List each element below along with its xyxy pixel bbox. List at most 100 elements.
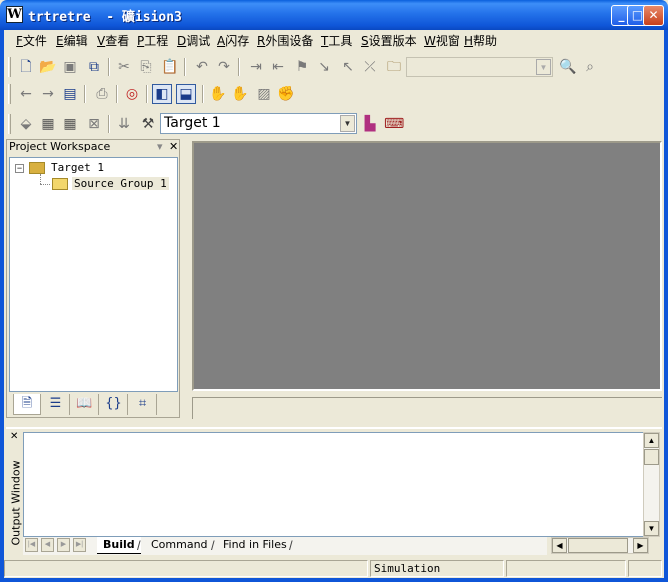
close-icon[interactable]: ✕ <box>169 140 178 154</box>
paste-icon[interactable]: 📋 <box>160 57 180 77</box>
breakpoint-icon[interactable]: ▨ <box>254 84 274 104</box>
bookmark-clear-icon[interactable]: ⤫ <box>360 57 380 77</box>
regs-tab-icon[interactable]: ☰ <box>42 394 70 415</box>
menu-label: 帮助 <box>473 34 498 48</box>
functions-tab-icon[interactable]: {} <box>100 394 128 415</box>
toolbar-grip[interactable] <box>8 114 11 134</box>
output-side-bar: ✕ Output Window <box>6 429 23 556</box>
open-folder-icon[interactable]: 📂 <box>38 57 58 77</box>
forward-icon[interactable]: → <box>38 84 58 104</box>
menu-file[interactable]: F文件 <box>16 32 47 49</box>
first-tab-icon[interactable]: |◀ <box>25 538 38 552</box>
bookmark-toggle-icon[interactable]: ⚑ <box>292 57 312 77</box>
editor-area[interactable] <box>192 141 662 391</box>
status-position <box>506 560 626 577</box>
bookmark-prev-icon[interactable]: ↖ <box>338 57 358 77</box>
indent-icon[interactable]: ⇥ <box>246 57 266 77</box>
workspace-header[interactable]: Project Workspace ▾ ✕ <box>7 140 179 155</box>
menu-svcs[interactable]: S设置版本 <box>361 32 417 49</box>
manage-components-icon[interactable]: ▙ <box>360 114 380 134</box>
hand-grab-icon[interactable]: ✊ <box>276 84 296 104</box>
tab-find-in-files[interactable]: Find in Files <box>217 537 293 554</box>
scroll-down-icon[interactable]: ▼ <box>644 521 659 536</box>
incremental-find-icon[interactable]: ⌕ <box>580 57 600 77</box>
rebuild-icon[interactable]: ▦ <box>60 114 80 134</box>
cut-icon[interactable]: ✂ <box>114 57 134 77</box>
hand-stop-icon[interactable]: ✋ <box>230 84 250 104</box>
stop-build-icon[interactable]: ⊠ <box>84 114 104 134</box>
menu-edit[interactable]: E编辑 <box>56 32 88 49</box>
app-icon[interactable]: W <box>6 6 23 23</box>
toolbar-grip[interactable] <box>8 84 11 104</box>
menu-key: F <box>16 34 23 48</box>
tab-command[interactable]: Command <box>145 537 214 554</box>
prev-tab-icon[interactable]: ◀ <box>41 538 54 552</box>
project-tree[interactable]: − Target 1 Source Group 1 <box>9 157 178 392</box>
unindent-icon[interactable]: ⇤ <box>268 57 288 77</box>
menu-tools[interactable]: T工具 <box>321 32 352 49</box>
output-text-area[interactable] <box>23 432 643 537</box>
books-tab-icon[interactable]: 📖 <box>71 394 99 415</box>
chevron-down-icon[interactable]: ▼ <box>340 115 355 132</box>
tree-item-target[interactable]: Target 1 <box>51 161 104 174</box>
menu-project[interactable]: P工程 <box>137 32 168 49</box>
files-tab-icon[interactable]: 🗎 <box>13 394 41 415</box>
save-all-icon[interactable]: ⧉ <box>84 57 104 77</box>
vertical-scrollbar[interactable]: ▲ ▼ <box>643 432 660 537</box>
new-file-icon[interactable]: 🗋 <box>16 57 36 77</box>
workspace-toggle-icon[interactable]: ◧ <box>152 84 172 104</box>
configure-icon[interactable]: ⌨ <box>384 114 404 134</box>
find-combo[interactable]: ▼ <box>406 57 553 77</box>
debug-start-icon[interactable]: ◎ <box>122 84 142 104</box>
bookmark-next-icon[interactable]: ↘ <box>314 57 334 77</box>
title-bar[interactable]: W trtretre - 礦ision3 _ □ ✕ <box>0 0 668 30</box>
hand-icon[interactable]: ✋ <box>208 84 228 104</box>
toolbar-separator <box>202 85 204 103</box>
menu-help[interactable]: H帮助 <box>464 32 497 49</box>
scroll-thumb[interactable] <box>644 449 659 465</box>
toolbar-separator <box>146 85 148 103</box>
collapse-icon[interactable]: − <box>15 164 24 173</box>
horizontal-scrollbar[interactable]: ◀ ▶ <box>551 537 649 554</box>
project-workspace: Project Workspace ▾ ✕ − Target 1 Source … <box>6 139 180 418</box>
menu-debug[interactable]: D调试 <box>177 32 210 49</box>
last-tab-icon[interactable]: ▶| <box>73 538 86 552</box>
save-icon[interactable]: ▣ <box>60 57 80 77</box>
templates-tab-icon[interactable]: ⌗ <box>129 394 157 415</box>
build-toolbar: ⬙ ▦ ▦ ⊠ ⇊ ⚒ Target 1 ▼ ▙ ⌨ <box>8 111 418 137</box>
scroll-thumb[interactable] <box>568 538 628 553</box>
undo-icon[interactable]: ↶ <box>192 57 212 77</box>
scroll-up-icon[interactable]: ▲ <box>644 433 659 448</box>
tree-item-source-group[interactable]: Source Group 1 <box>72 177 169 190</box>
target-select[interactable]: Target 1 ▼ <box>160 113 357 134</box>
menu-label: 文件 <box>22 34 47 48</box>
scroll-right-icon[interactable]: ▶ <box>633 538 648 553</box>
copy-icon[interactable]: ⎘ <box>136 57 156 77</box>
browse-icon[interactable]: ▤ <box>60 84 80 104</box>
tab-build[interactable]: Build <box>97 537 141 554</box>
chevron-down-icon[interactable]: ▼ <box>536 59 551 75</box>
translate-icon[interactable]: ⬙ <box>16 114 36 134</box>
toolbar-separator <box>116 85 118 103</box>
print-icon[interactable]: ⎙ <box>92 84 112 104</box>
menu-view[interactable]: V查看 <box>97 32 129 49</box>
next-tab-icon[interactable]: ▶ <box>57 538 70 552</box>
toolbar-grip[interactable] <box>8 57 11 77</box>
menu-window[interactable]: W视窗 <box>424 32 460 49</box>
pin-icon[interactable]: ▾ <box>157 140 163 154</box>
target-options-icon[interactable]: ⚒ <box>138 114 158 134</box>
load-icon[interactable]: ⇊ <box>114 114 134 134</box>
file-toolbar: 🗋 📂 ▣ ⧉ ✂ ⎘ 📋 ↶ ↷ ⇥ ⇤ ⚑ ↘ ↖ ⤫ 🗀 ▼ 🔍 ⌕ <box>8 54 608 80</box>
back-icon[interactable]: ← <box>16 84 36 104</box>
close-button[interactable]: ✕ <box>643 5 664 26</box>
redo-icon[interactable]: ↷ <box>214 57 234 77</box>
find-icon[interactable]: 🔍 <box>558 57 578 77</box>
find-in-files-icon[interactable]: 🗀 <box>384 57 404 77</box>
build-icon[interactable]: ▦ <box>38 114 58 134</box>
scroll-left-icon[interactable]: ◀ <box>552 538 567 553</box>
menu-flash[interactable]: A闪存 <box>217 32 249 49</box>
close-icon[interactable]: ✕ <box>10 431 18 442</box>
menu-peripherals[interactable]: R外围设备 <box>257 32 313 49</box>
output-toggle-icon[interactable]: ⬓ <box>176 84 196 104</box>
menu-label: 外围设备 <box>265 34 314 48</box>
